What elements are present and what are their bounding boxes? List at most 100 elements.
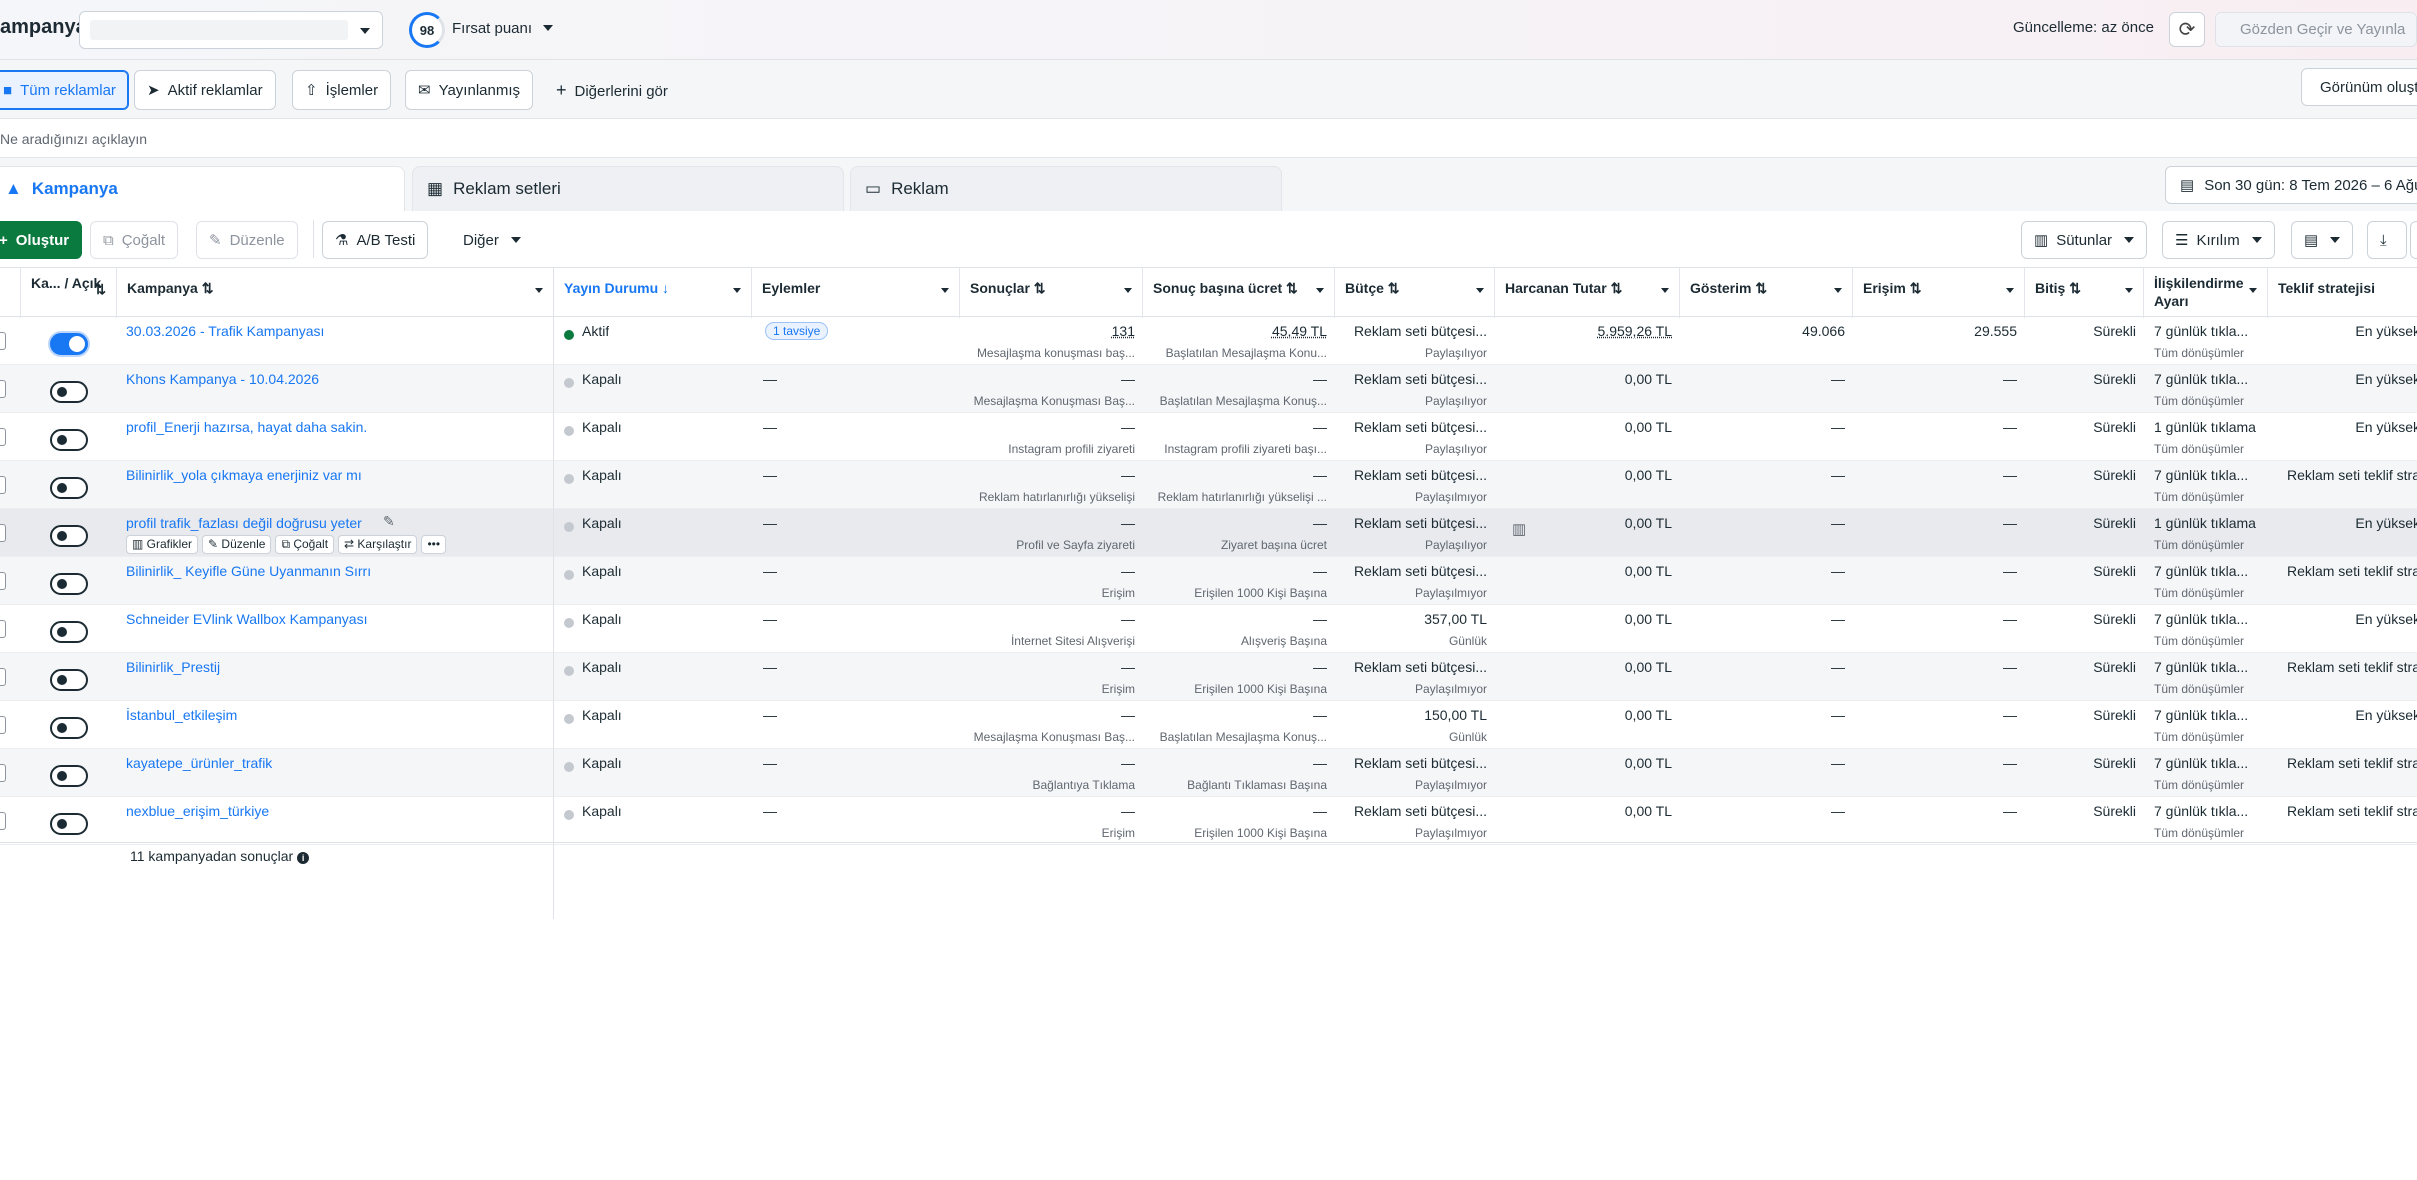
filter-label: Yayınlanmış bbox=[438, 81, 521, 99]
results-value: — bbox=[1121, 803, 1135, 819]
table-row[interactable]: nexblue_erişim_türkiye Kapalı — — Erişim — Eri… bbox=[0, 797, 2417, 845]
header-cost-per-result[interactable]: Sonuç başına ücret ⇅ bbox=[1143, 268, 1335, 318]
more-button[interactable]: Diğer bbox=[450, 221, 534, 259]
campaign-name-link[interactable]: Khons Kampanya - 10.04.2026 bbox=[126, 371, 319, 387]
header-delivery[interactable]: Yayın Durumu ↓ bbox=[554, 268, 752, 318]
status-dot bbox=[564, 330, 574, 340]
filter-active-ads[interactable]: ➤ Aktif reklamlar bbox=[134, 70, 276, 110]
reach-value: — bbox=[2003, 563, 2017, 579]
budget-value: Reklam seti bütçesi... bbox=[1353, 323, 1487, 339]
extra-toolbar-button[interactable] bbox=[2410, 221, 2417, 259]
header-amount-spent[interactable]: Harcanan Tutar ⇅ bbox=[1495, 268, 1680, 318]
header-impressions[interactable]: Gösterim ⇅ bbox=[1680, 268, 1853, 318]
table-row[interactable]: 30.03.2026 - Trafik Kampanyası Aktif 1 tav… bbox=[0, 317, 2417, 365]
delivery-status: Aktif bbox=[582, 323, 610, 339]
edit-button[interactable]: ✎ Düzenle bbox=[196, 221, 298, 259]
header-label: Bütçe bbox=[1345, 280, 1384, 296]
status-dot bbox=[564, 378, 574, 388]
filter-published[interactable]: ✉ Yayınlanmış bbox=[405, 70, 534, 110]
table-row[interactable]: Bilinirlik_yola çıkmaya enerjiniz var mı… bbox=[0, 461, 2417, 509]
recommendation-badge[interactable]: 1 tavsiye bbox=[765, 322, 829, 340]
compare-button[interactable]: ⇄ Karşılaştır bbox=[338, 535, 418, 554]
table-row[interactable]: Khons Kampanya - 10.04.2026 Kapalı — — Mesaj… bbox=[0, 365, 2417, 413]
cell-ends: Sürekli bbox=[2025, 413, 2144, 461]
campaign-name-link[interactable]: Schneider EVlink Wallbox Kampanyası bbox=[126, 611, 368, 627]
opportunity-score-badge[interactable]: 98 bbox=[409, 12, 445, 48]
campaign-name-cell: Bilinirlik_yola çıkmaya enerjiniz var mı bbox=[0, 461, 553, 509]
chevron-down-icon bbox=[535, 288, 543, 293]
date-range-picker[interactable]: ▤ Son 30 gün: 8 Tem 2026 – 6 Ağu bbox=[2165, 166, 2417, 204]
search-input[interactable]: Ne aradığınızı açıklayın bbox=[0, 131, 147, 147]
campaign-table: Ka... / Açık ⇅ Kampanya ⇅ Yayın Durumu ↓ … bbox=[0, 267, 2417, 1180]
chevron-down-icon[interactable] bbox=[543, 25, 553, 31]
actions-value: — bbox=[763, 659, 777, 675]
header-budget[interactable]: Bütçe ⇅ bbox=[1335, 268, 1495, 318]
campaign-name-link[interactable]: kayatepe_ürünler_trafik bbox=[126, 755, 272, 771]
table-row[interactable]: kayatepe_ürünler_trafik Kapalı — — Bağlantıy… bbox=[0, 749, 2417, 797]
header-label: Erişim bbox=[1863, 280, 1906, 296]
header-actions[interactable]: Eylemler bbox=[752, 268, 960, 318]
edit-button[interactable]: ✎ Düzenle bbox=[202, 535, 272, 554]
bar-chart-icon[interactable]: ▥ bbox=[1512, 520, 1526, 538]
cell-cpr: — Ziyaret başına ücret bbox=[1143, 509, 1335, 557]
chart-button[interactable]: ▥ Grafikler bbox=[126, 535, 199, 554]
tab-adsets[interactable]: ▦ Reklam setleri bbox=[412, 166, 844, 211]
campaign-name-link[interactable]: Bilinirlik_Prestij bbox=[126, 659, 220, 675]
header-checkbox-cell[interactable] bbox=[0, 268, 21, 318]
info-icon[interactable]: i bbox=[297, 852, 310, 864]
opportunity-score-label[interactable]: Fırsat puanı bbox=[452, 20, 532, 37]
refresh-button[interactable]: ⟳ bbox=[2169, 12, 2205, 47]
table-header: Ka... / Açık ⇅ Kampanya ⇅ Yayın Durumu ↓ … bbox=[0, 267, 2417, 318]
account-selector[interactable] bbox=[79, 11, 383, 49]
create-button[interactable]: + Oluştur bbox=[0, 221, 83, 259]
more-actions-button[interactable]: ••• bbox=[421, 535, 447, 554]
table-row[interactable]: profil trafik_fazlası değil doğrusu yete… bbox=[0, 509, 2417, 557]
header-bid-strategy[interactable]: Teklif stratejisi bbox=[2268, 268, 2417, 318]
table-row[interactable]: profil_Enerji hazırsa, hayat daha sakin.… bbox=[0, 413, 2417, 461]
cell-reach: 29.555 bbox=[1853, 317, 2025, 365]
header-onoff[interactable]: Ka... / Açık ⇅ bbox=[21, 268, 117, 318]
see-more-filters[interactable]: + Diğerlerini gör bbox=[556, 80, 668, 101]
results-subtext: İnternet Sitesi Alışverişi bbox=[1010, 634, 1135, 648]
header-ends[interactable]: Bitiş ⇅ bbox=[2025, 268, 2144, 318]
filter-actions[interactable]: ⇧ İşlemler bbox=[292, 70, 392, 110]
breakdown-button[interactable]: ☰ Kırılım bbox=[2162, 221, 2275, 259]
campaign-name-link[interactable]: Bilinirlik_ Keyifle Güne Uyanmanın Sırrı bbox=[126, 563, 371, 579]
bid-value: En yüksek bbox=[2355, 419, 2417, 435]
header-label: Eylemler bbox=[762, 280, 821, 296]
reports-button[interactable]: ▤ bbox=[2291, 221, 2354, 259]
attr-subtext: Tüm dönüşümler bbox=[2154, 634, 2245, 648]
campaign-name-link[interactable]: profil_Enerji hazırsa, hayat daha sakin. bbox=[126, 419, 367, 435]
header-results[interactable]: Sonuçlar ⇅ bbox=[960, 268, 1143, 318]
sort-icon: ⇅ bbox=[1755, 280, 1768, 296]
export-button[interactable]: ⤓ bbox=[2367, 221, 2407, 259]
campaign-name-link[interactable]: nexblue_erişim_türkiye bbox=[126, 803, 269, 819]
ab-test-button[interactable]: ⚗ A/B Testi bbox=[322, 221, 429, 259]
table-row[interactable]: Bilinirlik_Prestij Kapalı — — Erişim — Erişile… bbox=[0, 653, 2417, 701]
header-label: Yayın Durumu bbox=[564, 280, 659, 296]
campaign-name-link[interactable]: profil trafik_fazlası değil doğrusu yete… bbox=[126, 515, 362, 531]
duplicate-button[interactable]: ⧉ Çoğalt bbox=[275, 535, 335, 554]
table-row[interactable]: Schneider EVlink Wallbox Kampanyası Kapal… bbox=[0, 605, 2417, 653]
pencil-icon[interactable]: ✎ bbox=[383, 513, 395, 530]
filter-all-ads[interactable]: ■ Tüm reklamlar bbox=[0, 70, 129, 110]
header-reach[interactable]: Erişim ⇅ bbox=[1853, 268, 2025, 318]
cell-bid: En yüksek bbox=[2268, 413, 2417, 461]
table-row[interactable]: İstanbul_etkileşim Kapalı — — Mesajlaşma Kon… bbox=[0, 701, 2417, 749]
cell-reach: — bbox=[1853, 413, 2025, 461]
delivery-status: Kapalı bbox=[582, 659, 622, 675]
create-view-button[interactable]: Görünüm oluşt bbox=[2301, 68, 2417, 106]
campaign-name-link[interactable]: İstanbul_etkileşim bbox=[126, 707, 237, 723]
tab-campaigns[interactable]: ▲ Kampanya bbox=[0, 166, 405, 211]
campaign-name-link[interactable]: Bilinirlik_yola çıkmaya enerjiniz var mı bbox=[126, 467, 362, 483]
header-attribution[interactable]: İlişkilendirme Ayarı bbox=[2144, 268, 2268, 318]
header-campaign[interactable]: Kampanya ⇅ bbox=[117, 268, 554, 318]
review-publish-button[interactable]: Gözden Geçir ve Yayınla bbox=[2215, 12, 2417, 47]
tab-ads[interactable]: ▭ Reklam bbox=[850, 166, 1282, 211]
columns-button[interactable]: ▥ Sütunlar bbox=[2021, 221, 2148, 259]
duplicate-button[interactable]: ⧉ Çoğalt bbox=[90, 221, 179, 259]
status-dot bbox=[564, 426, 574, 436]
campaign-name-link[interactable]: 30.03.2026 - Trafik Kampanyası bbox=[126, 323, 324, 339]
search-bar[interactable]: Ne aradığınızı açıklayın bbox=[0, 118, 2417, 158]
table-row[interactable]: Bilinirlik_ Keyifle Güne Uyanmanın Sırrı… bbox=[0, 557, 2417, 605]
